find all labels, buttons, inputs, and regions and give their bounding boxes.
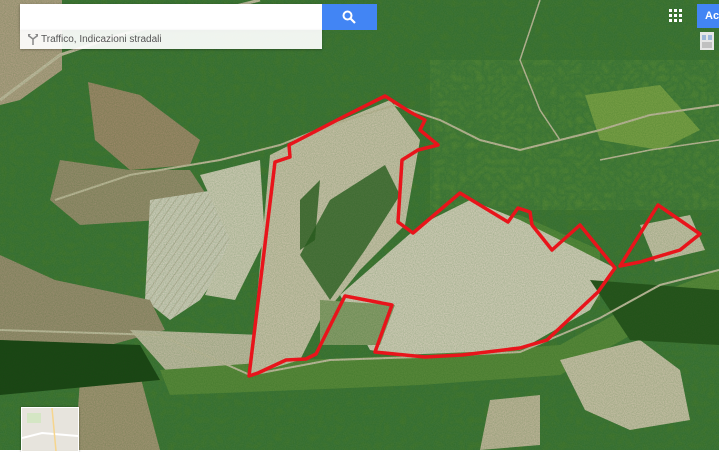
building-thumbnail — [700, 32, 714, 50]
search-button[interactable] — [322, 4, 377, 30]
map-view-toggle[interactable] — [21, 407, 79, 452]
directions-label: Traffico, Indicazioni stradali — [41, 34, 162, 45]
search-input[interactable] — [20, 4, 322, 30]
search-box — [20, 4, 322, 30]
minimap-thumbnail — [22, 408, 78, 451]
directions-link[interactable]: Traffico, Indicazioni stradali — [20, 30, 322, 49]
apps-button[interactable] — [665, 5, 685, 25]
noise-overlay — [0, 0, 719, 450]
apps-grid-icon — [669, 9, 682, 22]
search-icon — [342, 10, 356, 24]
signin-button[interactable]: Accedi — [697, 4, 719, 28]
satellite-map[interactable] — [0, 0, 719, 450]
directions-icon — [28, 34, 38, 45]
